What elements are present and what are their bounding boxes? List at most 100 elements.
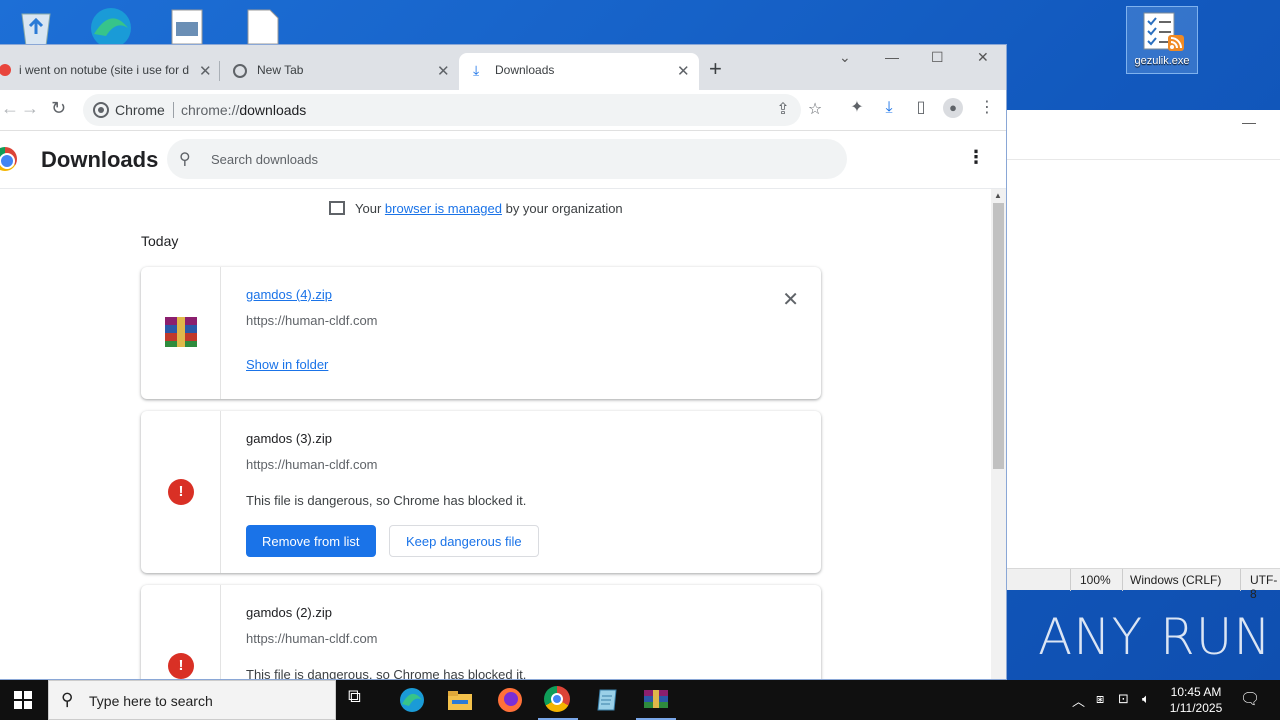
keep-dangerous-file-button[interactable]: Keep dangerous file [389, 525, 539, 557]
download-item: ! gamdos (2).zip https://human-cldf.com … [141, 585, 821, 680]
notepad-titlebar: — [1000, 110, 1280, 160]
device-icon[interactable]: ⧆ [1096, 691, 1104, 707]
download-item: ! gamdos (3).zip https://human-cldf.com … [141, 411, 821, 573]
download-filename: gamdos (2).zip [246, 605, 332, 620]
downloads-header: Downloads ⚲ ⋮ [0, 131, 1006, 189]
menu-kebab-icon[interactable]: ⋮ [977, 98, 997, 118]
maximize-button[interactable]: ☐ [931, 49, 944, 66]
chrome-site-icon [93, 102, 109, 118]
volume-icon[interactable]: 🔈︎ [1142, 691, 1150, 707]
building-icon [329, 201, 345, 215]
tab-downloads[interactable]: ⤓ Downloads ✕ [459, 53, 699, 90]
anyrun-watermark: ANY RUN [1038, 608, 1272, 666]
scrollbar[interactable]: ▲ [991, 189, 1006, 679]
notepad-window: — 100% Windows (CRLF) UTF-8 [1000, 110, 1280, 601]
download-source-url[interactable]: https://human-cldf.com [246, 457, 378, 472]
browser-managed-link[interactable]: browser is managed [385, 201, 502, 216]
desktop-exe-icon[interactable]: gezulik.exe [1126, 6, 1198, 74]
search-input[interactable] [211, 149, 811, 169]
download-item: gamdos (4).zip https://human-cldf.com Sh… [141, 267, 821, 399]
site-favicon-icon [0, 64, 11, 76]
date-section-label: Today [141, 233, 179, 249]
remove-item-close-icon[interactable]: ✕ [782, 287, 799, 312]
close-icon[interactable]: ✕ [677, 62, 690, 80]
minimize-icon[interactable]: — [1242, 114, 1256, 130]
omnibox-divider [173, 102, 174, 118]
checklist-rss-icon [1138, 11, 1186, 55]
danger-message: This file is dangerous, so Chrome has bl… [246, 667, 527, 680]
downloads-menu-icon[interactable]: ⋮ [967, 147, 985, 168]
tab-strip: i went on notube (site i use for d ✕ New… [0, 45, 1006, 90]
search-icon: ⚲ [179, 151, 191, 168]
task-view-icon[interactable]: ⧉ [348, 686, 376, 714]
tab-notube[interactable]: i went on notube (site i use for d ✕ [0, 53, 217, 90]
downloads-page: Downloads ⚲ ⋮ ▲ Your browser is managed … [0, 130, 1006, 680]
download-icon: ⤓ [473, 62, 480, 78]
url-chip: Chrome [115, 102, 165, 118]
chrome-logo-icon [0, 147, 17, 171]
url-text: chrome://downloads [181, 102, 307, 118]
downloads-toolbar-icon[interactable]: ⤓ [879, 98, 899, 118]
show-in-folder-link[interactable]: Show in folder [246, 357, 328, 372]
forward-icon[interactable]: → [21, 98, 39, 119]
new-tab-button[interactable]: + [709, 56, 722, 82]
close-icon[interactable]: ✕ [199, 62, 212, 80]
desktop-exe-label: gezulik.exe [1134, 55, 1190, 67]
network-icon[interactable]: ⊡ [1118, 691, 1129, 707]
status-divider [1070, 569, 1071, 591]
scroll-up-arrow-icon[interactable]: ▲ [994, 191, 1002, 200]
notepad-taskbar-icon[interactable] [594, 686, 622, 714]
close-window-button[interactable]: ✕ [977, 49, 989, 66]
tab-new-tab[interactable]: New Tab ✕ [221, 53, 457, 90]
edge-taskbar-icon[interactable] [398, 686, 426, 714]
download-source-url[interactable]: https://human-cldf.com [246, 313, 378, 328]
profile-avatar-icon[interactable]: ● [943, 98, 963, 118]
danger-warning-icon: ! [168, 653, 194, 679]
zoom-level: 100% [1080, 573, 1111, 587]
file-explorer-icon[interactable] [446, 686, 474, 714]
bookmark-star-icon[interactable]: ☆ [805, 100, 825, 120]
taskbar: ⚲ Type here to search ⧉ ︿ ⧆ ⊡ 🔈︎ 10:45 A… [0, 680, 1280, 720]
search-downloads[interactable]: ⚲ [167, 139, 847, 179]
scrollbar-thumb[interactable] [993, 203, 1004, 469]
start-button[interactable] [14, 691, 32, 709]
taskbar-search[interactable]: ⚲ Type here to search [48, 680, 336, 720]
taskbar-search-placeholder: Type here to search [89, 693, 213, 709]
address-bar[interactable]: Chrome chrome://downloads ⇪ ☆ [83, 94, 822, 126]
status-divider [1240, 569, 1241, 591]
tab-search-chevron-icon[interactable]: ⌄ [839, 49, 851, 66]
page-title: Downloads [41, 147, 159, 172]
status-divider [1122, 569, 1123, 591]
tab-label: i went on notube (site i use for d [19, 63, 189, 77]
minimize-button[interactable]: — [885, 49, 899, 65]
firefox-icon[interactable] [496, 686, 524, 714]
tab-label: New Tab [257, 63, 304, 77]
show-hidden-icons-chevron-icon[interactable]: ︿ [1072, 691, 1085, 710]
chrome-favicon-icon [233, 64, 247, 78]
search-icon: ⚲ [61, 690, 74, 709]
managed-notice: Your browser is managed by your organiza… [329, 201, 623, 216]
notification-center-icon[interactable]: 🗨︎ [1240, 689, 1260, 709]
tab-divider [219, 61, 220, 81]
side-panel-icon[interactable]: ▯ [911, 98, 931, 118]
line-endings: Windows (CRLF) [1130, 573, 1222, 587]
reload-icon[interactable]: ↻ [51, 98, 66, 119]
encoding: UTF-8 [1250, 573, 1278, 601]
back-icon[interactable]: ← [1, 98, 19, 119]
share-icon[interactable]: ⇪ [773, 100, 793, 120]
chrome-window: i went on notube (site i use for d ✕ New… [0, 44, 1007, 680]
download-filename-link[interactable]: gamdos (4).zip [246, 287, 332, 302]
extensions-icon[interactable]: ✦ [847, 98, 867, 118]
file-icon-column: ! [141, 585, 221, 679]
winrar-taskbar-icon[interactable] [636, 686, 676, 720]
close-icon[interactable]: ✕ [437, 62, 450, 80]
chrome-taskbar-icon[interactable] [538, 686, 578, 720]
remove-from-list-button[interactable]: Remove from list [246, 525, 376, 557]
danger-message: This file is dangerous, so Chrome has bl… [246, 493, 527, 508]
download-source-url[interactable]: https://human-cldf.com [246, 631, 378, 646]
danger-warning-icon: ! [168, 479, 194, 505]
file-icon-column [141, 267, 221, 399]
notepad-statusbar: 100% Windows (CRLF) UTF-8 [1000, 568, 1280, 601]
system-clock[interactable]: 10:45 AM 1/11/2025 [1166, 684, 1226, 716]
download-filename: gamdos (3).zip [246, 431, 332, 446]
